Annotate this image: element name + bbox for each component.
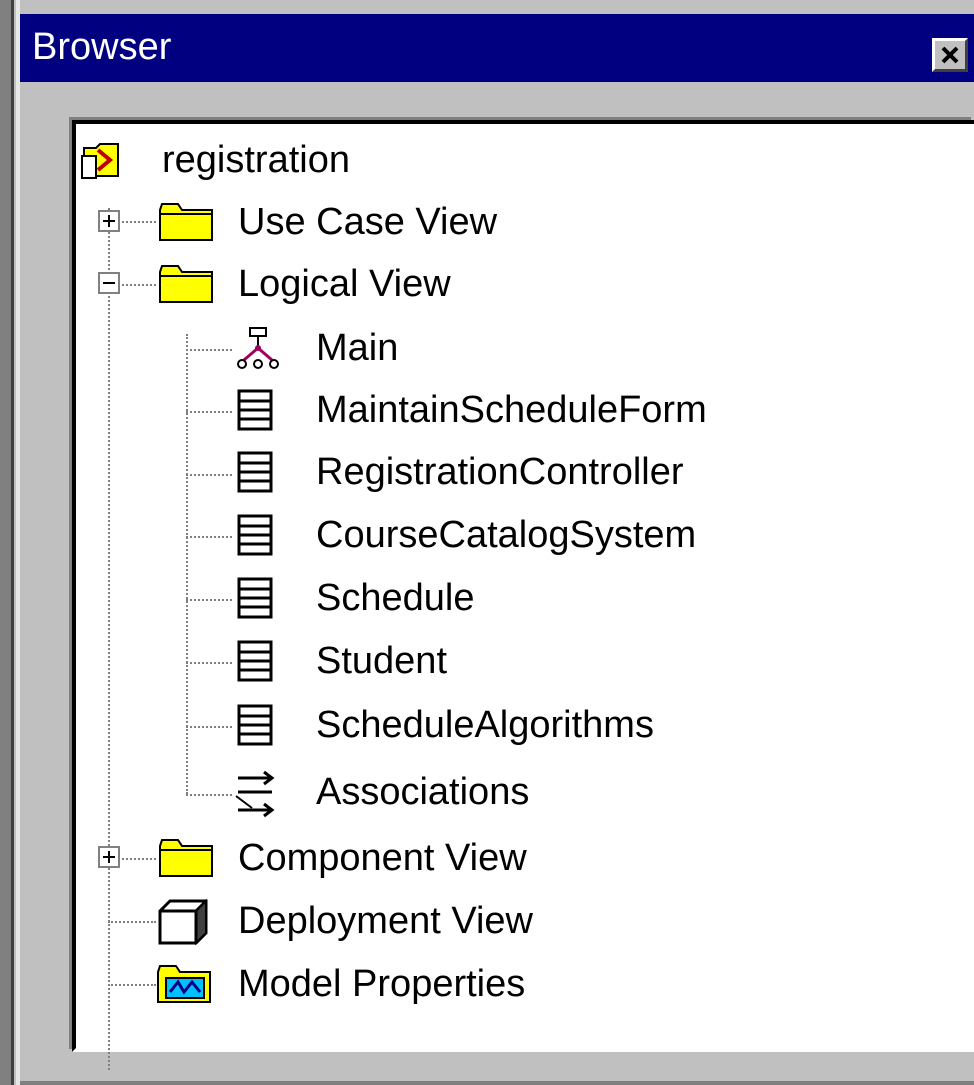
- close-button[interactable]: [932, 38, 968, 72]
- tree-item-student[interactable]: Student: [76, 633, 956, 689]
- tree-item-label: ScheduleAlgorithms: [316, 704, 654, 746]
- tree-item-label: CourseCatalogSystem: [316, 514, 697, 556]
- tree-item-coursecatalogsystem[interactable]: CourseCatalogSystem: [76, 507, 956, 563]
- model-root-icon: [81, 143, 119, 179]
- tree-item-label: Associations: [316, 771, 530, 813]
- window-frame-bottom: [20, 1081, 974, 1085]
- associations-icon: [235, 770, 275, 818]
- tree-item-main[interactable]: Main: [76, 320, 936, 376]
- tree-item-label: RegistrationController: [316, 451, 684, 493]
- folder-icon: [159, 839, 213, 877]
- title-bar[interactable]: Browser: [20, 14, 974, 82]
- close-icon: [941, 46, 959, 64]
- tree-item-label: registration: [162, 139, 350, 181]
- class-diagram-icon: [237, 327, 279, 369]
- tree-item-label: Component View: [238, 837, 527, 879]
- deployment-node-icon: [158, 898, 208, 946]
- class-icon: [237, 514, 273, 556]
- tree-item-registration[interactable]: registration: [76, 132, 776, 188]
- tree-item-model-properties[interactable]: Model Properties: [76, 956, 776, 1012]
- tree-item-component-view[interactable]: Component View: [76, 830, 776, 886]
- tree-item-label: MaintainScheduleForm: [316, 389, 707, 431]
- tree-item-label: Schedule: [316, 577, 475, 619]
- tree-view[interactable]: registration Use Case View Logical View: [72, 120, 974, 1070]
- tree-item-deployment-view[interactable]: Deployment View: [76, 893, 776, 949]
- tree-item-label: Main: [316, 327, 399, 369]
- tree-item-use-case-view[interactable]: Use Case View: [76, 194, 776, 250]
- tree-item-logical-view[interactable]: Logical View: [76, 256, 776, 312]
- tree-item-label: Student: [316, 640, 447, 682]
- class-icon: [237, 577, 273, 619]
- class-icon: [237, 451, 273, 493]
- folder-icon: [159, 203, 213, 241]
- class-icon: [237, 640, 273, 682]
- expand-plus-icon[interactable]: [98, 210, 120, 232]
- tree-item-label: Model Properties: [238, 963, 526, 1005]
- tree-item-maintainscheduleform[interactable]: MaintainScheduleForm: [76, 382, 956, 438]
- collapse-minus-icon[interactable]: [98, 272, 120, 294]
- tree-item-schedulealgorithms[interactable]: ScheduleAlgorithms: [76, 697, 956, 753]
- tree-item-label: Logical View: [238, 263, 451, 305]
- class-icon: [237, 389, 273, 431]
- window-frame-left: [0, 0, 14, 1085]
- tree-item-schedule[interactable]: Schedule: [76, 570, 956, 626]
- tree-item-label: Use Case View: [238, 201, 498, 243]
- expand-plus-icon[interactable]: [98, 846, 120, 868]
- tree-item-registrationcontroller[interactable]: RegistrationController: [76, 444, 956, 500]
- tree-item-associations[interactable]: Associations: [76, 764, 956, 820]
- model-properties-icon: [157, 965, 211, 1003]
- tree-item-label: Deployment View: [238, 900, 534, 942]
- folder-icon: [159, 265, 213, 303]
- window-title: Browser: [32, 26, 172, 68]
- class-icon: [237, 704, 273, 746]
